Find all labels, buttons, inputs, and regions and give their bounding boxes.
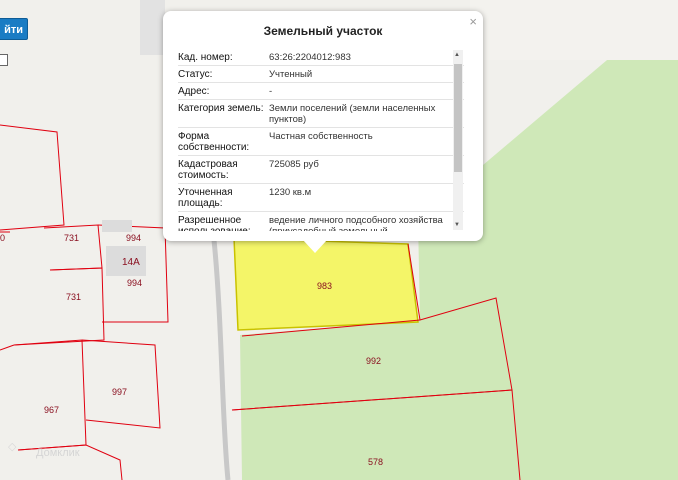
parcel-997[interactable] <box>81 339 161 429</box>
detail-label: Кадастровая стоимость: <box>178 159 238 181</box>
parcel-731-a[interactable] <box>43 224 103 271</box>
detail-value: 725085 руб <box>269 159 319 170</box>
scroll-up-icon[interactable]: ▲ <box>454 52 460 58</box>
parcel-label-994: 994 <box>126 233 141 243</box>
parcel-label-992: 992 <box>366 356 381 366</box>
detail-value: 1230 кв.м <box>269 187 312 198</box>
building-top <box>140 0 165 55</box>
detail-row-ownership: Форма собственности: Частная собственнос… <box>178 128 464 156</box>
top-area <box>470 0 678 60</box>
close-icon[interactable]: × <box>469 14 477 29</box>
parcel-967[interactable] <box>13 339 87 451</box>
parcel-731-b[interactable] <box>13 267 105 346</box>
detail-value: ведение личного подсобного хозяйства (пр… <box>269 215 443 231</box>
detail-value: - <box>269 86 273 97</box>
house-number-label: 14А <box>122 257 140 268</box>
detail-value: Учтенный <box>269 69 313 80</box>
detail-row-area: Уточненная площадь: 1230 кв.м <box>178 184 464 212</box>
detail-row-cadastral-number: Кад. номер: 63:26:2204012:983 <box>178 49 464 66</box>
detail-label: Разрешенное использование: <box>178 215 251 231</box>
parcel-label-731: 731 <box>64 233 79 243</box>
detail-row-land-category: Категория земель: Земли поселений (земли… <box>178 100 464 128</box>
detail-row-permitted-use: Разрешенное использование: ведение лично… <box>178 212 464 231</box>
scrollbar-thumb[interactable] <box>454 64 462 172</box>
popup-scrollbar[interactable]: ▲ ▼ <box>453 50 463 230</box>
detail-label: Форма собственности: <box>178 131 250 153</box>
watermark-logo-icon: ◇ <box>8 441 17 453</box>
scroll-down-icon[interactable]: ▼ <box>454 222 460 228</box>
parcel-label-0: 0 <box>0 233 5 243</box>
popup-pointer <box>303 240 327 253</box>
parcel-label-983: 983 <box>317 281 332 291</box>
popup-details: Кад. номер: 63:26:2204012:983 Статус: Уч… <box>178 49 464 231</box>
parcel-label-967: 967 <box>44 405 59 415</box>
detail-label: Уточненная площадь: <box>178 187 233 209</box>
detail-row-status: Статус: Учтенный <box>178 66 464 83</box>
road <box>211 239 231 480</box>
parcel-label-731: 731 <box>66 292 81 302</box>
popup-title: Земельный участок <box>263 24 383 38</box>
watermark-text: Домклик <box>36 447 80 459</box>
search-button[interactable]: йти <box>0 18 28 40</box>
detail-label: Кад. номер: <box>178 52 233 63</box>
detail-label: Адрес: <box>178 86 210 97</box>
parcel-label-997: 997 <box>112 387 127 397</box>
detail-value: Частная собственность <box>269 131 373 142</box>
detail-label: Категория земель: <box>178 103 264 114</box>
map-control-checkbox[interactable] <box>0 54 8 66</box>
parcel-west-top[interactable] <box>0 124 65 231</box>
detail-label: Статус: <box>178 69 213 80</box>
building-small <box>102 220 132 232</box>
parcel-info-popup: Земельный участок × Кад. номер: 63:26:22… <box>163 11 483 241</box>
detail-row-cadastral-value: Кадастровая стоимость: 725085 руб <box>178 156 464 184</box>
parcel-label-578: 578 <box>368 457 383 467</box>
detail-row-address: Адрес: - <box>178 83 464 100</box>
boundary-line <box>0 344 15 351</box>
detail-value: Земли поселений (земли населенных пункто… <box>269 103 436 125</box>
detail-value: 63:26:2204012:983 <box>269 52 351 63</box>
parcel-label-994: 994 <box>127 278 142 288</box>
